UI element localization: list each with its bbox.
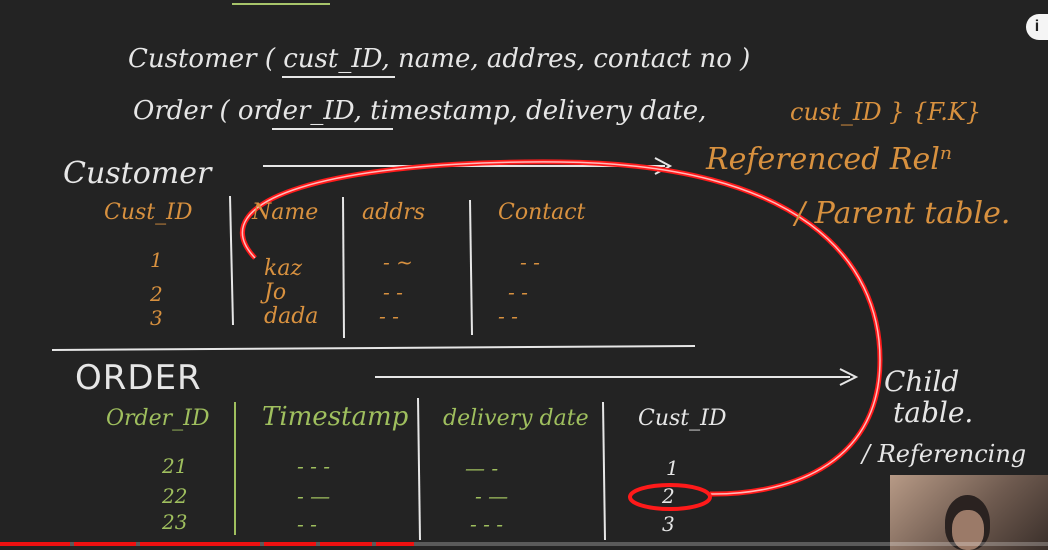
order-row-id: 23 [162,510,188,534]
referenced-relation-label: Referenced Relⁿ [706,142,953,177]
order-row-cust-id: 3 [662,512,675,536]
foreign-key-note: cust_ID } {F.K} [790,98,982,126]
order-header-timestamp: Timestamp [262,402,409,432]
progress-segment [74,542,136,546]
customer-row-contact: - - [520,250,540,274]
order-row-timestamp: - — [297,484,331,508]
progress-segment [0,542,70,546]
customer-row-name: kaz [264,256,303,281]
order-row-cust-id: 2 [662,484,675,508]
customer-row-addr: - ~ [383,250,413,274]
child-table-label: table. [893,396,974,429]
order-row-id: 21 [162,454,188,478]
customer-row-name: Jo [264,280,287,305]
order-row-delivery: — - [465,456,499,480]
customer-row-contact: - - [508,280,528,304]
customer-schema: Customer ( cust_ID, name, addres, contac… [128,44,751,74]
order-row-cust-id: 1 [666,456,679,480]
whiteboard: Customer ( cust_ID, name, addres, contac… [0,0,1048,550]
customer-row-addr: - - [383,280,403,304]
customer-header-name: Name [252,200,319,225]
info-icon[interactable]: i [1026,14,1048,40]
order-title: ORDER [75,358,202,398]
order-row-timestamp: - - - [297,454,330,478]
customer-header-contact: Contact [498,200,586,225]
order-row-id: 22 [162,484,188,508]
order-row-delivery: - - - [470,512,503,536]
customer-row-id: 3 [150,306,163,330]
customer-row-id: 2 [150,282,163,306]
order-schema: Order ( order_ID, timestamp, delivery da… [133,96,707,126]
presenter-webcam [890,475,1048,550]
customer-title: Customer [63,156,212,191]
order-header-delivery: delivery date [443,406,589,431]
customer-header-id: Cust_ID [104,200,193,225]
progress-segment [264,542,316,546]
customer-row-name: dada [264,304,319,329]
order-row-timestamp: - - [297,512,317,536]
order-row-delivery: - — [475,484,509,508]
customer-header-addr: addrs [362,200,426,225]
customer-row-contact: - - [498,304,518,328]
progress-segment [140,542,260,546]
progress-segment [376,542,414,546]
order-header-id: Order_ID [106,406,210,431]
customer-row-id: 1 [150,248,163,272]
order-header-cust-id: Cust_ID [638,406,727,431]
customer-row-addr: - - [379,304,399,328]
video-progress-bar[interactable] [0,542,1048,546]
referencing-label: / Referencing [862,440,1027,468]
progress-segment [320,542,372,546]
parent-table-label: / Parent table. [795,196,1011,231]
child-label: Child [884,365,960,398]
